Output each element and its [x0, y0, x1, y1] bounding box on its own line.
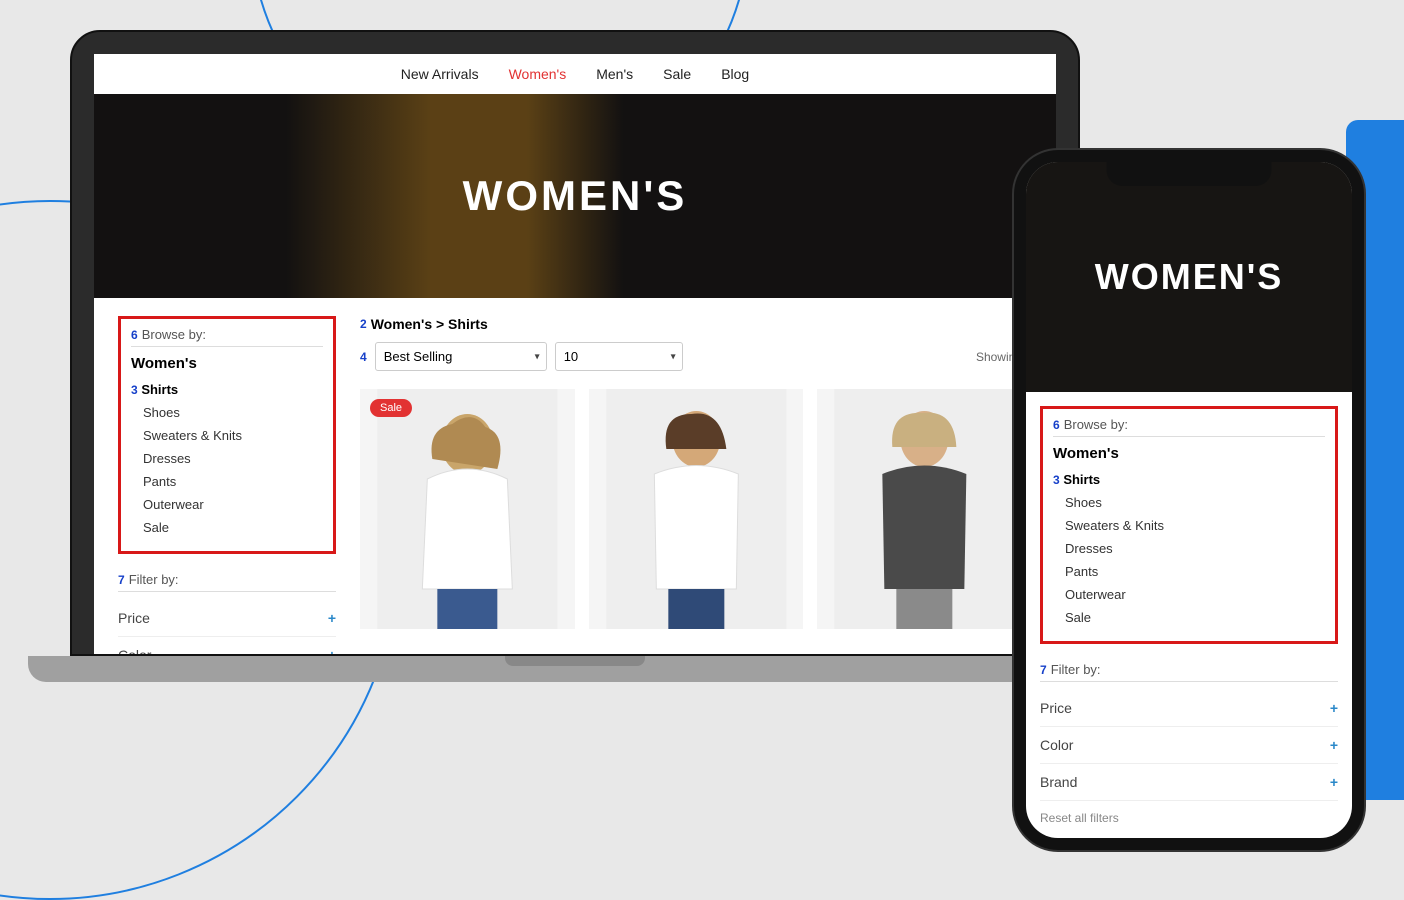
- filter-color[interactable]: Color +: [1040, 727, 1338, 764]
- product-card[interactable]: [589, 389, 804, 629]
- annotation-4: 4: [360, 350, 367, 364]
- nav-sale[interactable]: Sale: [663, 66, 691, 82]
- annotation-6: 6: [131, 328, 138, 342]
- browse-item-shirts[interactable]: 3 Shirts: [143, 378, 323, 401]
- filter-brand[interactable]: Brand +: [1040, 764, 1338, 801]
- filter-header: 7 Filter by:: [1040, 662, 1338, 682]
- plus-icon: +: [1330, 774, 1338, 790]
- browse-item-sweaters[interactable]: Sweaters & Knits: [1065, 514, 1325, 537]
- plus-icon: +: [1330, 737, 1338, 753]
- reset-filters-link[interactable]: Reset all filters: [1040, 801, 1338, 825]
- browse-item-shoes[interactable]: Shoes: [143, 401, 323, 424]
- hero-title: WOMEN'S: [1095, 256, 1284, 298]
- annotation-3: 3: [131, 383, 138, 397]
- browse-list: 3 Shirts Shoes Sweaters & Knits Dresses …: [131, 378, 323, 539]
- nav-mens[interactable]: Men's: [596, 66, 633, 82]
- plus-icon: +: [1330, 700, 1338, 716]
- browse-item-outerwear[interactable]: Outerwear: [143, 493, 323, 516]
- phone-notch: [1107, 162, 1272, 186]
- browse-panel: 6 Browse by: Women's 3 Shirts Shoes Swea…: [118, 316, 336, 554]
- browse-list: 3 Shirts Shoes Sweaters & Knits Dresses …: [1053, 468, 1325, 629]
- browse-item-label: Shirts: [141, 382, 178, 397]
- browse-item-sweaters[interactable]: Sweaters & Knits: [143, 424, 323, 447]
- browse-header: 6 Browse by:: [1053, 417, 1325, 437]
- product-card[interactable]: Sale: [360, 389, 575, 629]
- laptop-base: [28, 656, 1122, 682]
- browse-item-sale[interactable]: Sale: [1065, 606, 1325, 629]
- plus-icon: +: [328, 647, 336, 654]
- content-area: 6 Browse by: Women's 3 Shirts Shoes Swea…: [94, 298, 1056, 654]
- browse-label: Browse by:: [1064, 417, 1128, 432]
- sidebar: 6 Browse by: Women's 3 Shirts Shoes Swea…: [118, 316, 336, 654]
- laptop-mockup: New Arrivals Women's Men's Sale Blog WOM…: [70, 30, 1080, 682]
- browse-header: 6 Browse by:: [131, 327, 323, 347]
- product-image: [589, 389, 804, 629]
- annotation-7: 7: [118, 573, 125, 587]
- browse-item-pants[interactable]: Pants: [1065, 560, 1325, 583]
- filter-color[interactable]: Color +: [118, 637, 336, 654]
- filter-header: 7 Filter by:: [118, 572, 336, 592]
- nav-blog[interactable]: Blog: [721, 66, 749, 82]
- annotation-3: 3: [1053, 473, 1060, 487]
- browse-category[interactable]: Women's: [131, 355, 323, 372]
- hero-banner: WOMEN'S: [1026, 162, 1352, 392]
- filter-panel: 7 Filter by: Price + Color + Brand + Res…: [1040, 662, 1338, 825]
- filter-panel: 7 Filter by: Price + Color + Brand: [118, 572, 336, 654]
- breadcrumb-row: 2 Women's > Shirts: [360, 316, 1032, 332]
- annotation-7: 7: [1040, 663, 1047, 677]
- browse-item-dresses[interactable]: Dresses: [1065, 537, 1325, 560]
- laptop-screen: New Arrivals Women's Men's Sale Blog WOM…: [94, 54, 1056, 654]
- pagesize-select[interactable]: 10: [555, 342, 683, 371]
- browse-panel: 6 Browse by: Women's 3 Shirts Shoes Swea…: [1040, 406, 1338, 644]
- main-column: 2 Women's > Shirts 4 Best Selling 10 Sho…: [360, 316, 1032, 654]
- browse-item-shirts[interactable]: 3 Shirts: [1065, 468, 1325, 491]
- filter-price[interactable]: Price +: [118, 600, 336, 637]
- product-grid: Sale: [360, 389, 1032, 629]
- product-image: [360, 389, 575, 629]
- sort-select[interactable]: Best Selling: [375, 342, 547, 371]
- browse-item-label: Shirts: [1063, 472, 1100, 487]
- annotation-6: 6: [1053, 418, 1060, 432]
- filter-name: Price: [118, 610, 150, 626]
- browse-item-shoes[interactable]: Shoes: [1065, 491, 1325, 514]
- hero-banner: WOMEN'S: [94, 94, 1056, 298]
- phone-screen: WOMEN'S 6 Browse by: Women's 3 Shirts Sh…: [1026, 162, 1352, 838]
- nav-new-arrivals[interactable]: New Arrivals: [401, 66, 479, 82]
- breadcrumb[interactable]: Women's > Shirts: [371, 316, 488, 332]
- laptop-frame: New Arrivals Women's Men's Sale Blog WOM…: [70, 30, 1080, 656]
- filter-label: Filter by:: [1051, 662, 1101, 677]
- phone-mockup: WOMEN'S 6 Browse by: Women's 3 Shirts Sh…: [1014, 150, 1364, 850]
- browse-category[interactable]: Women's: [1053, 445, 1325, 462]
- browse-item-dresses[interactable]: Dresses: [143, 447, 323, 470]
- filter-name: Price: [1040, 700, 1072, 716]
- annotation-2: 2: [360, 317, 367, 331]
- browse-item-pants[interactable]: Pants: [143, 470, 323, 493]
- top-nav: New Arrivals Women's Men's Sale Blog: [94, 54, 1056, 94]
- product-card[interactable]: [817, 389, 1032, 629]
- filter-price[interactable]: Price +: [1040, 690, 1338, 727]
- browse-item-outerwear[interactable]: Outerwear: [1065, 583, 1325, 606]
- phone-body: 6 Browse by: Women's 3 Shirts Shoes Swea…: [1026, 392, 1352, 838]
- sale-badge: Sale: [370, 399, 412, 417]
- filter-label: Filter by:: [129, 572, 179, 587]
- nav-womens[interactable]: Women's: [509, 66, 567, 82]
- plus-icon: +: [328, 610, 336, 626]
- hero-title: WOMEN'S: [463, 172, 688, 220]
- filter-name: Color: [1040, 737, 1073, 753]
- browse-label: Browse by:: [142, 327, 206, 342]
- product-image: [817, 389, 1032, 629]
- browse-item-sale[interactable]: Sale: [143, 516, 323, 539]
- filter-name: Color: [118, 647, 151, 654]
- controls-row: 4 Best Selling 10 Showing 1: [360, 342, 1032, 371]
- filter-name: Brand: [1040, 774, 1077, 790]
